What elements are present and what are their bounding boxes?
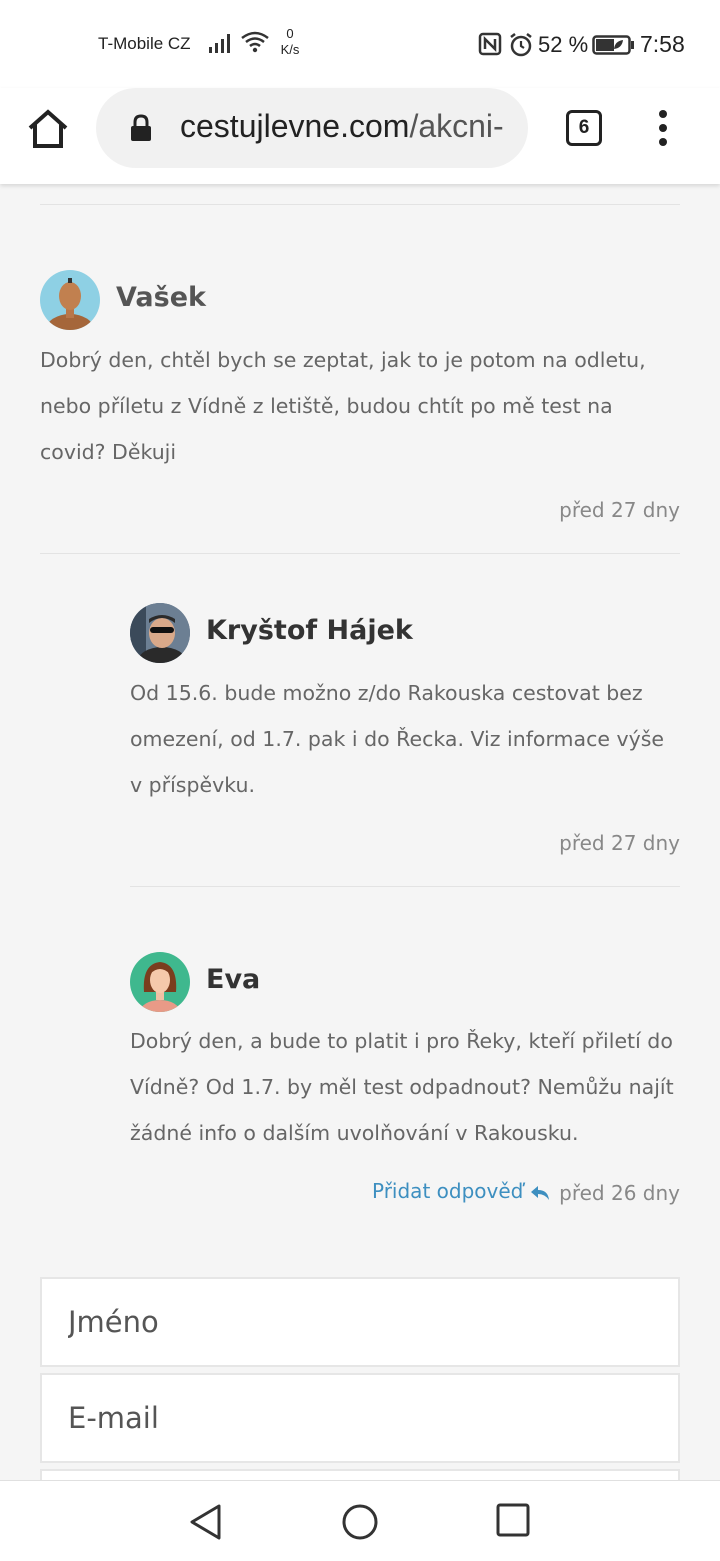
net-speed-unit: K/s xyxy=(280,42,300,57)
email-input[interactable] xyxy=(42,1375,678,1461)
comment-time: před 27 dny xyxy=(559,831,680,855)
comment-text: Dobrý den, a bude to platit i pro Řeky, … xyxy=(130,1029,674,1145)
avatar xyxy=(130,952,190,1012)
back-icon[interactable] xyxy=(188,1503,224,1541)
battery-saver-icon xyxy=(592,35,634,55)
nfc-icon xyxy=(478,32,502,56)
home-icon[interactable] xyxy=(26,108,70,150)
net-speed-value: 0 xyxy=(286,26,294,41)
tab-switcher-button[interactable]: 6 xyxy=(566,110,602,146)
url-domain: cestujlevne.com xyxy=(180,108,410,144)
status-bar: T-Mobile CZ 0 K/s 52 % 7:58 xyxy=(0,0,720,88)
reply-icon[interactable] xyxy=(529,1184,551,1202)
comments-section: Vašek Dobrý den, chtěl bych se zeptat, j… xyxy=(0,184,720,1480)
next-field[interactable] xyxy=(40,1469,680,1480)
battery-percent: 52 % xyxy=(538,32,589,57)
url-text: cestujlevne.com/akcni- xyxy=(180,108,504,145)
comment-eva: Eva Dobrý den, a bude to platit i pro Ře… xyxy=(0,886,720,1226)
avatar xyxy=(130,603,190,663)
comment-text: Dobrý den, chtěl bych se zeptat, jak to … xyxy=(40,348,646,464)
signal-icon xyxy=(209,34,230,53)
url-path: /akcni- xyxy=(409,108,504,144)
comment-text: Od 15.6. bude možno z/do Rakouska cestov… xyxy=(130,681,665,797)
home-circle-icon[interactable] xyxy=(341,1503,379,1541)
name-input[interactable] xyxy=(42,1279,678,1365)
name-field[interactable] xyxy=(40,1277,680,1367)
reply-button[interactable]: Přidat odpověď xyxy=(372,1179,523,1203)
lock-icon xyxy=(131,114,151,141)
comment-krystof-hajek: Kryštof Hájek Od 15.6. bude možno z/do R… xyxy=(0,554,720,886)
browser-toolbar: cestujlevne.com/akcni- 6 xyxy=(0,88,720,184)
more-icon[interactable] xyxy=(652,108,674,148)
system-nav-bar xyxy=(0,1480,720,1561)
comment-vasek: Vašek Dobrý den, chtěl bych se zeptat, j… xyxy=(0,184,720,554)
clock: 7:58 xyxy=(640,31,685,57)
avatar xyxy=(40,270,100,330)
email-field[interactable] xyxy=(40,1373,680,1463)
net-speed: 0 K/s xyxy=(276,26,304,58)
comment-author: Eva xyxy=(206,964,261,995)
comment-author: Vašek xyxy=(116,282,206,313)
comment-time: před 26 dny xyxy=(559,1181,680,1205)
wifi-icon xyxy=(241,31,269,53)
comment-author: Kryštof Hájek xyxy=(206,615,413,646)
comment-time: před 27 dny xyxy=(559,498,680,522)
alarm-icon xyxy=(510,33,532,57)
address-bar[interactable]: cestujlevne.com/akcni- xyxy=(96,88,528,168)
carrier-label: T-Mobile CZ xyxy=(98,34,191,53)
recent-apps-icon[interactable] xyxy=(496,1503,530,1537)
